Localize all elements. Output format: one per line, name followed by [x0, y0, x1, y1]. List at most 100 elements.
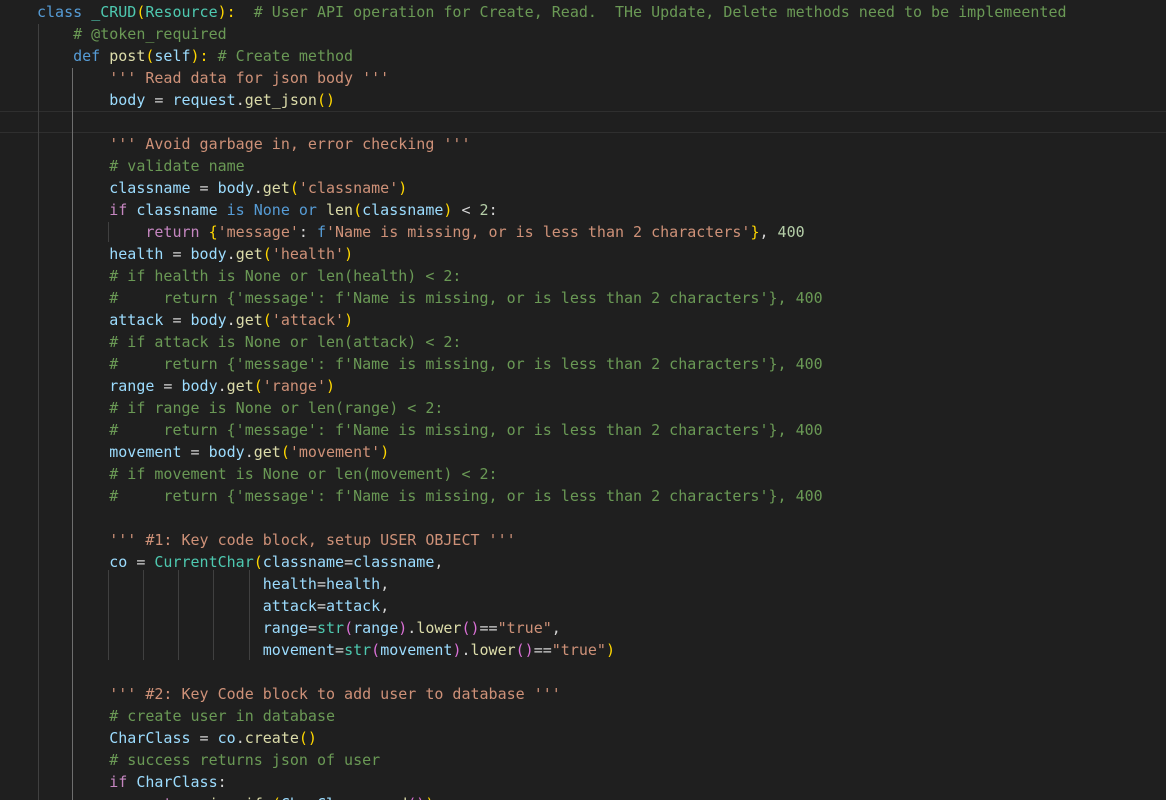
- code-line[interactable]: movement=str(movement).lower()=="true"): [37, 639, 615, 661]
- code-token: get: [253, 443, 281, 461]
- code-token: body: [190, 245, 227, 263]
- code-line[interactable]: def post(self): # Create method: [37, 45, 353, 67]
- code-token: ,: [759, 223, 778, 241]
- code-token: # if health is None or len(health) < 2:: [109, 267, 462, 285]
- code-line[interactable]: # create user in database: [37, 705, 335, 727]
- code-token: .: [226, 245, 236, 263]
- code-token: f: [316, 223, 326, 241]
- code-token: (: [353, 201, 363, 219]
- code-line[interactable]: # return {'message': f'Name is missing, …: [37, 485, 823, 507]
- code-token: :: [488, 201, 498, 219]
- code-line[interactable]: range=str(range).lower()=="true",: [37, 617, 561, 639]
- code-line[interactable]: health = body.get('health'): [37, 243, 353, 265]
- code-token: # if attack is None or len(attack) < 2:: [109, 333, 462, 351]
- code-token: .: [244, 443, 254, 461]
- code-token: 'message': [217, 223, 299, 241]
- code-line[interactable]: health=health,: [37, 573, 389, 595]
- code-line[interactable]: return {'message': f'Name is missing, or…: [37, 221, 804, 243]
- code-token: ''' #2: Key Code block to add user to da…: [109, 685, 561, 703]
- code-token: =: [335, 641, 345, 659]
- code-token: .: [407, 619, 417, 637]
- code-token: ,: [551, 619, 561, 637]
- code-line[interactable]: # @token_required: [37, 23, 227, 45]
- code-line[interactable]: class _CRUD(Resource): # User API operat…: [37, 1, 1067, 23]
- code-line[interactable]: # success returns json of user: [37, 749, 380, 771]
- code-token: if: [109, 201, 137, 219]
- code-token: 'health': [271, 245, 345, 263]
- code-editor[interactable]: class _CRUD (Resource): # User API operat…: [0, 0, 1166, 800]
- code-token: # return {'message': f'Name is missing, …: [109, 487, 823, 505]
- code-token: health: [262, 575, 317, 593]
- code-line[interactable]: if CharClass:: [37, 771, 226, 793]
- code-token: ''' Avoid garbage in, error checking ''': [109, 135, 471, 153]
- code-token: (: [253, 553, 263, 571]
- code-token: .: [461, 641, 471, 659]
- code-token: # @token_required: [73, 25, 227, 43]
- code-token: is None or: [217, 201, 326, 219]
- code-token: 'attack': [271, 311, 345, 329]
- code-token: movement: [380, 641, 453, 659]
- code-token: classname: [136, 201, 218, 219]
- code-line[interactable]: range = body.get('range'): [37, 375, 335, 397]
- code-token: range: [109, 377, 155, 395]
- code-token: # return {'message': f'Name is missing, …: [109, 421, 823, 439]
- code-token: movement: [109, 443, 182, 461]
- code-line[interactable]: # return {'message': f'Name is missing, …: [37, 419, 823, 441]
- code-token: (: [272, 795, 281, 800]
- code-token: create: [244, 729, 299, 747]
- code-line[interactable]: # if movement is None or len(movement) <…: [37, 463, 497, 485]
- code-line[interactable]: movement = body.get('movement'): [37, 441, 389, 463]
- code-token: get: [262, 179, 290, 197]
- code-token: 'classname': [298, 179, 399, 197]
- code-token: if: [109, 773, 137, 791]
- code-token: ==: [479, 619, 498, 637]
- code-token: ):: [217, 3, 236, 21]
- code-line[interactable]: return jsonify(CharClass.read()): [37, 793, 434, 800]
- code-line[interactable]: ''' Read data for json body ''': [37, 67, 389, 89]
- code-token: lower: [416, 619, 462, 637]
- code-line[interactable]: # if attack is None or len(attack) < 2:: [37, 331, 461, 353]
- code-token: 'movement': [289, 443, 381, 461]
- code-token: ): [344, 311, 354, 329]
- code-line[interactable]: attack = body.get('attack'): [37, 309, 353, 331]
- code-token: ):: [190, 47, 209, 65]
- code-line[interactable]: body = request.get_json(): [37, 89, 335, 111]
- code-token: get: [226, 377, 254, 395]
- code-token: ,: [380, 575, 390, 593]
- code-token: jsonify: [209, 795, 272, 800]
- code-line[interactable]: co = CurrentChar(classname=classname,: [37, 551, 443, 573]
- code-line[interactable]: classname = body.get('classname'): [37, 177, 407, 199]
- code-token: (): [461, 619, 480, 637]
- code-token: body: [208, 443, 245, 461]
- code-line[interactable]: # if health is None or len(health) < 2:: [37, 265, 461, 287]
- code-line[interactable]: if classname is None or len(classname) <…: [37, 199, 498, 221]
- code-token: classname: [362, 201, 444, 219]
- code-token: body: [109, 91, 146, 109]
- code-line[interactable]: # return {'message': f'Name is missing, …: [37, 287, 822, 309]
- code-token: =: [190, 179, 218, 197]
- code-token: len: [326, 201, 354, 219]
- code-token: get: [235, 311, 263, 329]
- code-token: body: [181, 377, 218, 395]
- code-line[interactable]: attack=attack,: [37, 595, 389, 617]
- code-line[interactable]: ''' Avoid garbage in, error checking ''': [37, 133, 470, 155]
- code-line[interactable]: # return {'message': f'Name is missing, …: [37, 353, 822, 375]
- code-line[interactable]: ''' #2: Key Code block to add user to da…: [37, 683, 561, 705]
- code-line[interactable]: ''' #1: Key code block, setup USER OBJEC…: [37, 529, 516, 551]
- code-line[interactable]: CharClass = co.create(): [37, 727, 317, 749]
- code-line[interactable]: # if range is None or len(range) < 2:: [37, 397, 443, 419]
- code-token: =: [190, 729, 218, 747]
- code-token: # validate name: [109, 157, 245, 175]
- code-token: ''' #1: Key code block, setup USER OBJEC…: [109, 531, 516, 549]
- code-token: {: [208, 223, 218, 241]
- code-line[interactable]: # validate name: [37, 155, 245, 177]
